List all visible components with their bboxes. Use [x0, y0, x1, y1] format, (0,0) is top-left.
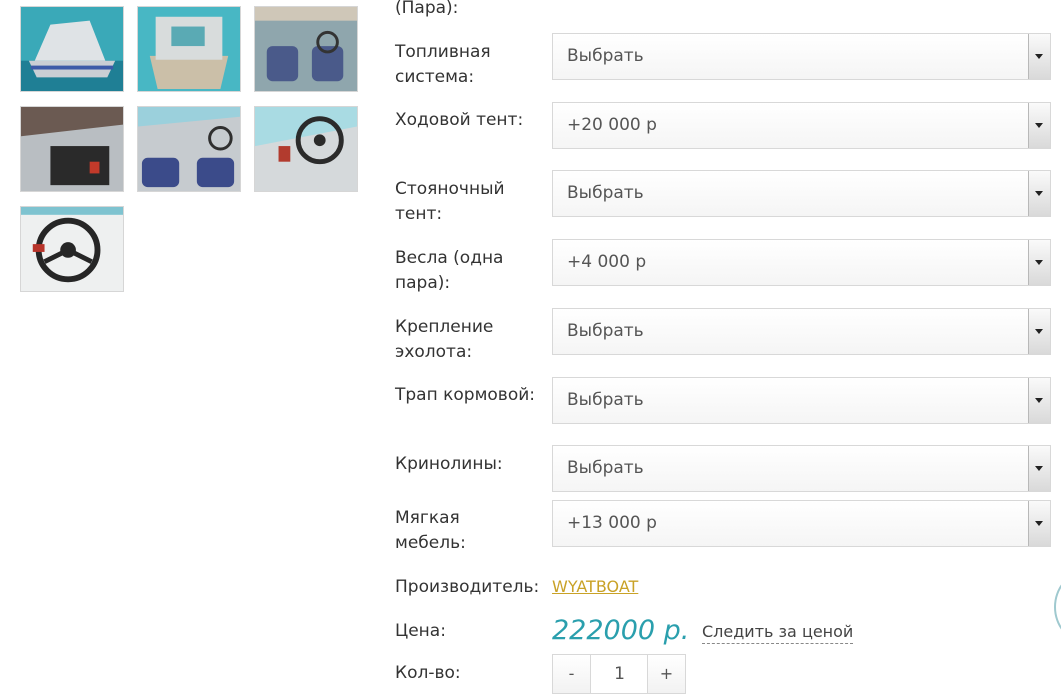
option-label-running-tent: Ходовой тент:: [395, 110, 524, 130]
chevron-down-icon[interactable]: [1028, 171, 1050, 216]
select-value: Выбрать: [567, 321, 644, 341]
select-fuel-system[interactable]: Выбрать: [552, 33, 1051, 80]
select-value: Выбрать: [567, 458, 644, 478]
select-crinolines[interactable]: Выбрать: [552, 445, 1051, 492]
chevron-down-icon[interactable]: [1028, 378, 1050, 423]
boat-photo-thumbnail: [138, 7, 240, 91]
chevron-down-icon[interactable]: [1028, 501, 1050, 546]
qty-input[interactable]: 1: [591, 655, 648, 693]
option-label-stern-ladder: Трап кормовой:: [395, 385, 535, 405]
price-label: Цена:: [395, 621, 446, 641]
boat-photo-thumbnail: [255, 7, 357, 91]
qty-minus-button[interactable]: -: [553, 655, 591, 693]
option-label-echo-mount: Крепление эхолота:: [395, 317, 494, 362]
gallery-thumbnail-6[interactable]: [254, 106, 358, 192]
qty-label: Кол-во:: [395, 663, 461, 683]
gallery-thumbnail-5[interactable]: [137, 106, 241, 192]
select-echo-mount[interactable]: Выбрать: [552, 308, 1051, 355]
gallery-thumbnail-4[interactable]: [20, 106, 124, 192]
select-value: +13 000 р: [567, 513, 657, 533]
select-value: Выбрать: [567, 183, 644, 203]
option-label-soft-furniture: Мягкая мебель:: [395, 508, 466, 553]
watch-price-link[interactable]: Следить за ценой: [702, 621, 854, 644]
select-value: Выбрать: [567, 46, 644, 66]
option-label-crinolines: Кринолины:: [395, 454, 503, 474]
select-soft-furniture[interactable]: +13 000 р: [552, 500, 1051, 547]
chevron-down-icon[interactable]: [1028, 309, 1050, 354]
select-running-tent[interactable]: +20 000 р: [552, 102, 1051, 149]
gallery-thumbnail-2[interactable]: [137, 6, 241, 92]
select-value: +20 000 р: [567, 115, 657, 135]
chevron-down-icon[interactable]: [1028, 34, 1050, 79]
option-label-partial: (Пара):: [395, 0, 459, 18]
chevron-down-icon[interactable]: [1028, 103, 1050, 148]
boat-photo-thumbnail: [255, 107, 357, 191]
option-label-parking-tent: Стояночный тент:: [395, 179, 505, 224]
maker-label: Производитель:: [395, 577, 540, 597]
gallery-thumbnail-1[interactable]: [20, 6, 124, 92]
maker-link[interactable]: WYATBOAT: [552, 576, 638, 598]
gallery-thumbnail-7[interactable]: [20, 206, 124, 292]
gallery-thumbnail-3[interactable]: [254, 6, 358, 92]
scroll-up-button[interactable]: [1054, 572, 1061, 642]
quantity-stepper: - 1 +: [552, 654, 686, 694]
boat-photo-thumbnail: [138, 107, 240, 191]
boat-photo-thumbnail: [21, 7, 123, 91]
select-value: +4 000 р: [567, 252, 647, 272]
select-oars[interactable]: +4 000 р: [552, 239, 1051, 286]
chevron-down-icon[interactable]: [1028, 240, 1050, 285]
select-parking-tent[interactable]: Выбрать: [552, 170, 1051, 217]
boat-photo-thumbnail: [21, 107, 123, 191]
qty-plus-button[interactable]: +: [647, 655, 685, 693]
boat-photo-thumbnail: [21, 207, 123, 291]
chevron-down-icon[interactable]: [1028, 446, 1050, 491]
option-label-oars: Весла (одна пара):: [395, 248, 504, 293]
option-label-fuel-system: Топливная система:: [395, 42, 491, 87]
select-value: Выбрать: [567, 390, 644, 410]
price-value: 222000 р.: [552, 615, 690, 646]
select-stern-ladder[interactable]: Выбрать: [552, 377, 1051, 424]
